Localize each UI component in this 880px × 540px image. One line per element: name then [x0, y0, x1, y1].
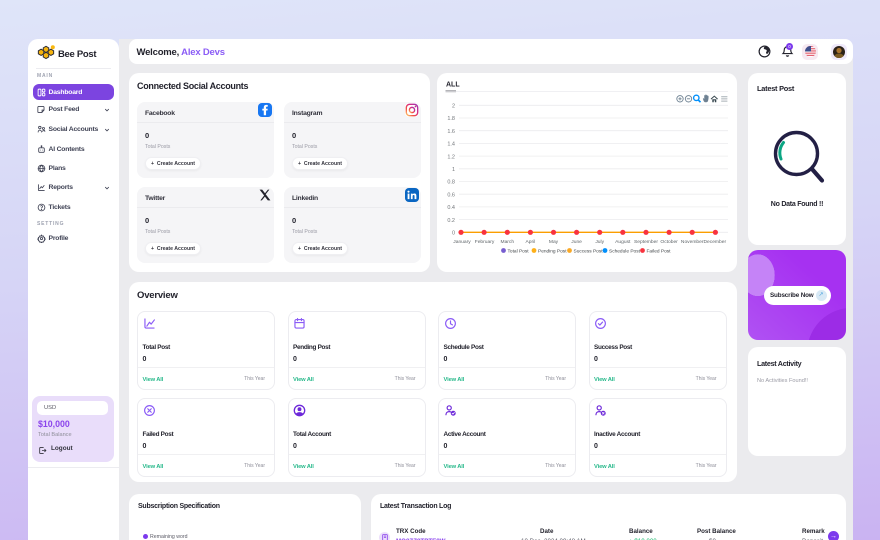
svg-text:December: December [704, 239, 727, 245]
svg-text:1.2: 1.2 [447, 154, 455, 160]
svg-text:May: May [549, 239, 559, 245]
svg-text:Total Post: Total Post [508, 248, 530, 254]
svg-text:February: February [475, 239, 495, 245]
svg-text:0: 0 [452, 231, 455, 237]
svg-text:Pending Post: Pending Post [538, 248, 567, 254]
svg-text:July: July [595, 239, 604, 245]
svg-text:0.4: 0.4 [447, 205, 455, 211]
svg-text:1.6: 1.6 [447, 129, 455, 135]
svg-text:1.4: 1.4 [447, 142, 455, 148]
svg-text:September: September [634, 239, 658, 245]
svg-text:April: April [526, 239, 536, 245]
svg-text:October: October [660, 239, 678, 245]
svg-text:Failed Post: Failed Post [647, 248, 672, 254]
svg-text:January: January [453, 239, 471, 245]
svg-text:June: June [571, 239, 582, 245]
svg-text:1: 1 [452, 167, 455, 173]
svg-text:1.8: 1.8 [447, 116, 455, 122]
svg-text:Schedule Post: Schedule Post [609, 248, 641, 254]
svg-text:0.8: 0.8 [447, 180, 455, 186]
svg-text:Success Post: Success Post [574, 248, 604, 254]
svg-text:ALL: ALL [446, 82, 460, 89]
svg-text:2: 2 [452, 104, 455, 110]
svg-text:0.6: 0.6 [447, 192, 455, 198]
svg-text:0.2: 0.2 [447, 218, 455, 224]
svg-text:March: March [501, 239, 515, 245]
svg-text:November: November [681, 239, 704, 245]
svg-text:August: August [615, 239, 631, 245]
